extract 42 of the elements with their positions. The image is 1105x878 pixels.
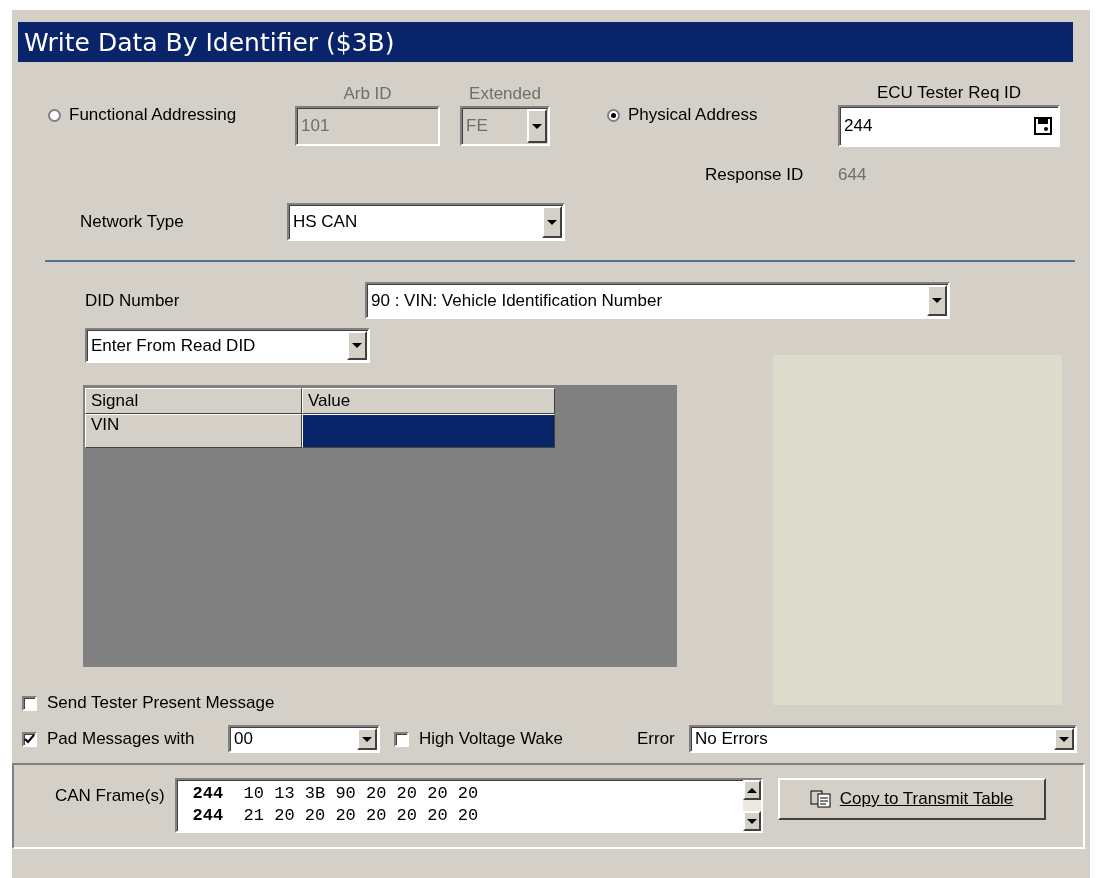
response-id-value: 644	[838, 165, 867, 185]
field-label: Network Type	[80, 212, 185, 232]
frame-line: 244 10 13 3B 90 20 20 20 20	[192, 783, 480, 805]
checkbox-label: Pad Messages with	[47, 729, 196, 749]
field-label: DID Number	[85, 290, 181, 311]
entry-mode-dropdown[interactable]: Enter From Read DID	[85, 328, 370, 363]
error-dropdown[interactable]: No Errors	[689, 725, 1077, 753]
table-cell[interactable]	[302, 414, 555, 448]
network-type-dropdown[interactable]: HS CAN	[287, 203, 565, 241]
frame-line: 244 21 20 20 20 20 20 20 20	[192, 805, 480, 827]
window-title: Write Data By Identifier ($3B)	[18, 22, 1073, 62]
dropdown-arrow-button[interactable]	[357, 728, 377, 750]
radio-label: Functional Addressing	[69, 105, 238, 125]
table-header-cell[interactable]: Value	[302, 388, 555, 414]
checkbox-label: Send Tester Present Message	[47, 693, 275, 713]
checkbox[interactable]	[22, 695, 37, 711]
field-label: CAN Frame(s)	[55, 786, 165, 806]
scroll-down-button[interactable]	[742, 811, 761, 831]
copy-icon	[809, 790, 832, 808]
field-label: ECU Tester Req ID	[876, 83, 1022, 103]
field-label: Response ID	[705, 165, 805, 185]
scroll-up-button[interactable]	[742, 780, 761, 800]
radio-button[interactable]	[607, 108, 620, 122]
radio-label: Physical Address	[628, 105, 759, 125]
can-frames-field[interactable]: 244 10 13 3B 90 20 20 20 20 244 21 20 20 20 20 20 20 20	[174, 778, 763, 833]
table-header-cell[interactable]: Signal	[85, 388, 302, 414]
field-label: Arb ID	[343, 84, 392, 104]
ecu-tester-req-id-field[interactable]: 244	[838, 105, 1060, 147]
dropdown-arrow-button[interactable]	[927, 285, 947, 316]
dropdown-arrow-button[interactable]	[347, 331, 367, 360]
checkbox[interactable]	[22, 731, 37, 747]
checkbox-label: High Voltage Wake	[419, 729, 564, 749]
copy-button[interactable]: Copy to Transmit Table	[777, 778, 1046, 820]
field-label: Error	[637, 729, 676, 749]
pad-value-dropdown[interactable]: 00	[228, 725, 380, 753]
checkbox[interactable]	[394, 731, 409, 747]
table-cell: VIN	[85, 414, 302, 448]
radio-button[interactable]	[48, 108, 61, 122]
dropdown-arrow-button[interactable]	[1054, 728, 1074, 750]
dropdown-arrow-button[interactable]	[542, 206, 562, 238]
did-number-dropdown[interactable]: 90 : VIN: Vehicle Identification Number	[365, 282, 950, 319]
field-label: Extended	[469, 84, 541, 104]
